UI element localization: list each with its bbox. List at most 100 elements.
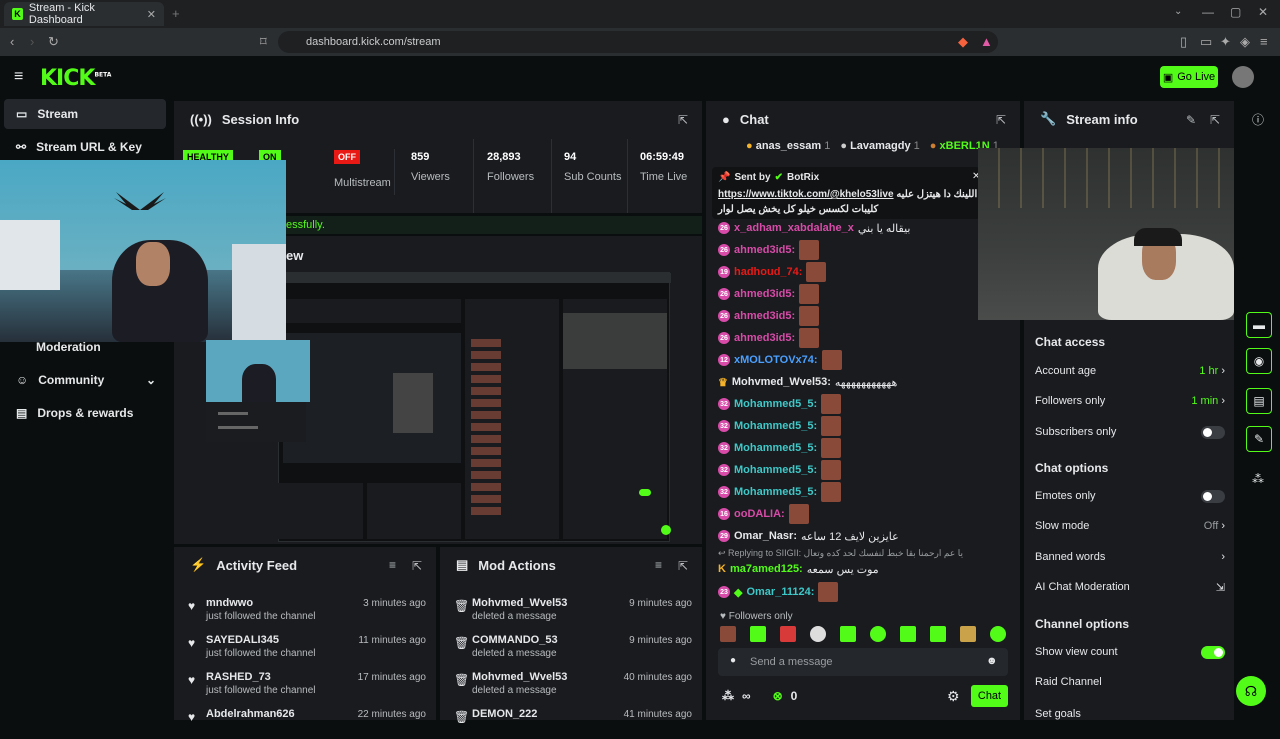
raid-channel-setting[interactable]: Raid Channel (1035, 672, 1225, 692)
emoji-icon[interactable]: ☻ (986, 655, 998, 667)
emote-image[interactable] (870, 626, 886, 642)
leo-icon[interactable]: ✦ (1220, 34, 1231, 50)
chat-username[interactable]: Mohammed5_5: (734, 420, 817, 432)
menu-icon[interactable]: ≡ (1260, 34, 1268, 49)
rail-stream-info-button[interactable]: ✎ (1246, 426, 1272, 452)
emote-image[interactable] (960, 626, 976, 642)
chat-username[interactable]: Mohammed5_5: (734, 464, 817, 476)
emote-image[interactable] (750, 626, 766, 642)
avatar[interactable] (1232, 66, 1254, 88)
go-live-button[interactable]: ▣ Go Live (1160, 66, 1218, 88)
url-field[interactable]: dashboard.kick.com/stream (278, 31, 998, 53)
subscribers-only-toggle[interactable] (1201, 425, 1225, 439)
activity-username[interactable]: RASHED_73 (206, 671, 271, 683)
banned-words-setting[interactable]: Banned words › (1035, 547, 1225, 567)
chat-username[interactable]: ma7amed125: (730, 563, 803, 575)
rail-mod-actions-button[interactable]: ▤ (1246, 388, 1272, 414)
stream-preview-video[interactable] (265, 272, 671, 542)
filter-icon[interactable]: ≡ (655, 558, 662, 572)
rail-session-button[interactable]: ◉ (1246, 348, 1272, 374)
mod-username[interactable]: Mohvmed_Wvel53 (472, 671, 567, 683)
forward-icon[interactable]: › (30, 34, 34, 49)
show-view-count-toggle[interactable] (1201, 645, 1225, 659)
popout-icon[interactable]: ⇱ (678, 113, 688, 127)
chat-settings-gear-icon[interactable]: ⚙ (947, 688, 960, 705)
followers-only-setting[interactable]: Followers only 1 min › (1035, 391, 1225, 411)
maximize-icon[interactable]: ▢ (1230, 5, 1241, 19)
top-gifter-item[interactable]: ● Lavamagdy 1 (840, 140, 919, 154)
wallet-icon[interactable]: ▭ (1200, 34, 1212, 50)
emote-image[interactable] (900, 626, 916, 642)
rewards-icon[interactable]: ▲ (980, 34, 993, 49)
pinned-link[interactable]: https://www.tiktok.com/@khelo53live (718, 189, 894, 200)
chat-username[interactable]: Mohvmed_Wvel53: (732, 376, 831, 388)
activity-username[interactable]: mndwwo (206, 597, 253, 609)
chat-input[interactable]: ● Send a message ☻ (718, 648, 1008, 676)
browser-tab[interactable]: K Stream - Kick Dashboard ✕ (4, 2, 164, 26)
chat-username[interactable]: ooDALIA: (734, 508, 785, 520)
new-tab-icon[interactable]: + (172, 6, 180, 21)
popout-icon[interactable]: ⇱ (996, 113, 1006, 127)
kick-badge-icon: K (718, 563, 726, 575)
chat-username[interactable]: Mohammed5_5: (734, 398, 817, 410)
mod-username[interactable]: Mohvmed_Wvel53 (472, 597, 567, 609)
window-close-icon[interactable]: ✕ (1258, 5, 1268, 19)
chat-username[interactable]: Mohammed5_5: (734, 442, 817, 454)
tab-close-icon[interactable]: ✕ (147, 8, 156, 21)
activity-username[interactable]: Abdelrahman626 (206, 708, 295, 720)
sidebar-toggle-icon[interactable]: ▯ (1180, 34, 1187, 50)
chat-username[interactable]: ahmed3id5: (734, 310, 795, 322)
emote-image[interactable] (840, 626, 856, 642)
kick-logo[interactable]: KICKBETA (40, 66, 111, 91)
emote-image[interactable] (990, 626, 1006, 642)
chat-username[interactable]: ahmed3id5: (734, 332, 795, 344)
chat-username[interactable]: hadhoud_74: (734, 266, 802, 278)
chat-username[interactable]: ahmed3id5: (734, 244, 795, 256)
popout-icon[interactable]: ⇱ (678, 559, 688, 573)
mod-username[interactable]: DEMON_222 (472, 708, 537, 720)
info-icon[interactable]: ⓘ (1252, 111, 1264, 128)
users-icon[interactable]: ⁂ (722, 689, 734, 703)
vpn-icon[interactable]: ◈ (1240, 34, 1250, 50)
set-goals-setting[interactable]: Set goals (1035, 706, 1225, 720)
back-icon[interactable]: ‹ (10, 34, 14, 49)
tab-list-icon[interactable]: ⌄ (1174, 6, 1182, 17)
bot-name[interactable]: BotRix (787, 172, 819, 183)
emote-image[interactable] (780, 626, 796, 642)
emote-image[interactable] (930, 626, 946, 642)
activity-username[interactable]: SAYEDALI345 (206, 634, 279, 646)
popout-icon[interactable]: ⇱ (412, 559, 422, 573)
chat-username[interactable]: x_adham_xabdalahe_x (734, 222, 854, 234)
support-button[interactable]: ☊ (1236, 676, 1266, 706)
chat-username[interactable]: xMOLOTOVx74: (734, 354, 818, 366)
account-age-setting[interactable]: Account age 1 hr › (1035, 361, 1225, 381)
emote-image[interactable] (720, 626, 736, 642)
hamburger-icon[interactable]: ≡ (14, 68, 23, 86)
minimize-icon[interactable]: — (1202, 5, 1214, 19)
filter-icon[interactable]: ≡ (389, 558, 396, 572)
send-chat-button[interactable]: Chat (971, 685, 1008, 707)
top-gifter-item[interactable]: ● anas_essam 1 (746, 140, 830, 154)
edit-icon[interactable]: ✎ (1186, 113, 1196, 127)
slow-mode-setting[interactable]: Slow mode Off › (1035, 516, 1225, 536)
emote-image[interactable] (810, 626, 826, 642)
sidebar-item-stream[interactable]: ▭ Stream (4, 99, 166, 129)
users-icon[interactable]: ⁂ (1252, 472, 1264, 486)
chat-username[interactable]: Omar_Nasr: (734, 530, 797, 542)
chat-username[interactable]: ahmed3id5: (734, 288, 795, 300)
emotes-only-toggle[interactable] (1201, 489, 1225, 503)
mod-username[interactable]: COMMANDO_53 (472, 634, 558, 646)
chat-username[interactable]: Mohammed5_5: (734, 486, 817, 498)
preview-support-icon (661, 525, 671, 535)
ai-chat-moderation-setting[interactable]: AI Chat Moderation ⇲ (1035, 577, 1225, 597)
right-webcam (978, 148, 1234, 320)
bookmark-icon[interactable]: ⌑ (260, 34, 267, 50)
sidebar-item-drops-rewards[interactable]: ▤ Drops & rewards (4, 398, 166, 428)
rail-chat-button[interactable]: ▬ (1246, 312, 1272, 338)
reload-icon[interactable]: ↻ (48, 34, 59, 50)
sidebar-item-stream-url-key[interactable]: ⚯ Stream URL & Key (4, 132, 166, 162)
brave-shield-icon[interactable]: ◆ (958, 34, 968, 50)
sidebar-item-community[interactable]: ☺ Community ⌄ (4, 365, 166, 395)
popout-icon[interactable]: ⇱ (1210, 113, 1220, 127)
chat-username[interactable]: Omar_11124: (746, 586, 814, 598)
